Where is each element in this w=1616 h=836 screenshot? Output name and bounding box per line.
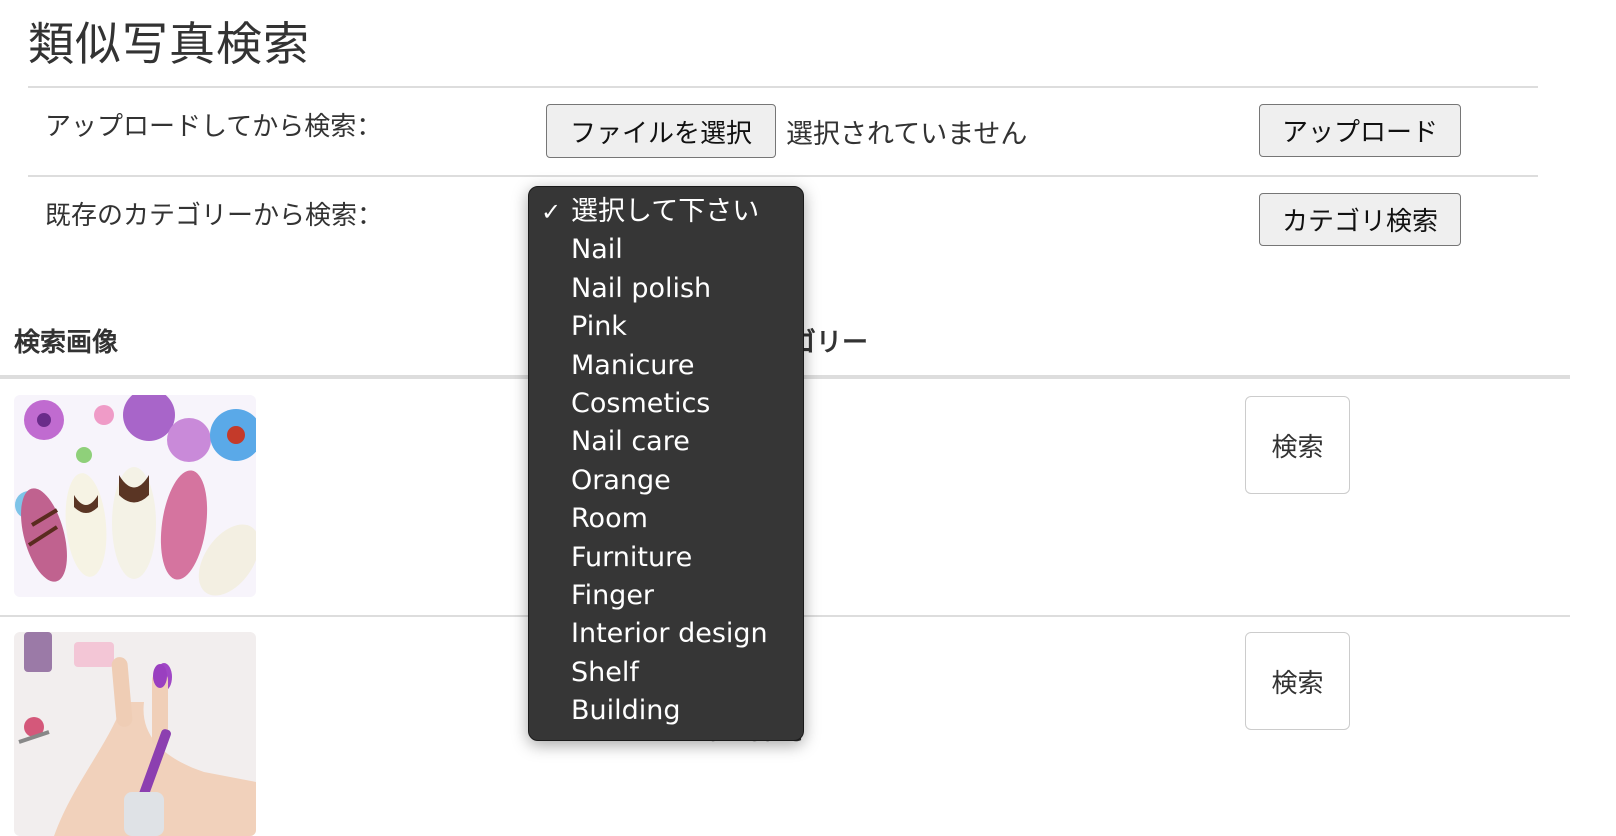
upload-button[interactable]: アップロード — [1259, 104, 1461, 157]
dropdown-option[interactable]: Interior design — [529, 615, 803, 653]
result-search-button[interactable]: 検索 — [1245, 396, 1350, 494]
dropdown-option[interactable]: Orange — [529, 462, 803, 500]
divider — [28, 175, 1538, 177]
choose-file-button[interactable]: ファイルを選択 — [546, 104, 776, 158]
dropdown-option[interactable]: Finger — [529, 577, 803, 615]
result-thumbnail-image — [14, 632, 256, 836]
upload-search-label: アップロードしてから検索： — [45, 112, 383, 142]
dropdown-option[interactable]: Nail polish — [529, 270, 803, 308]
result-thumbnail-image — [14, 395, 256, 597]
checkmark-icon: ✓ — [541, 198, 562, 226]
category-search-label: 既存のカテゴリーから検索： — [45, 201, 384, 231]
dropdown-option[interactable]: Shelf — [529, 654, 803, 692]
dropdown-option[interactable]: Manicure — [529, 347, 803, 385]
category-select-dropdown[interactable]: ✓ 選択して下さい Nail Nail polish Pink Manicure … — [528, 186, 804, 741]
dropdown-option[interactable]: Cosmetics — [529, 385, 803, 423]
dropdown-option[interactable]: Nail care — [529, 423, 803, 461]
dropdown-option[interactable]: Room — [529, 500, 803, 538]
dropdown-option[interactable]: Building — [529, 692, 803, 730]
category-search-button[interactable]: カテゴリ検索 — [1259, 193, 1461, 246]
file-status-text: 選択されていません — [786, 119, 1028, 150]
dropdown-option[interactable]: Pink — [529, 308, 803, 346]
page-title: 類似写真検索 — [28, 17, 310, 71]
dropdown-option[interactable]: Nail — [529, 231, 803, 269]
divider — [28, 86, 1538, 88]
result-search-button[interactable]: 検索 — [1245, 632, 1350, 730]
column-header-search-image: 検索画像 — [14, 328, 119, 358]
dropdown-option-placeholder[interactable]: ✓ 選択して下さい — [529, 193, 803, 231]
dropdown-option[interactable]: Furniture — [529, 539, 803, 577]
